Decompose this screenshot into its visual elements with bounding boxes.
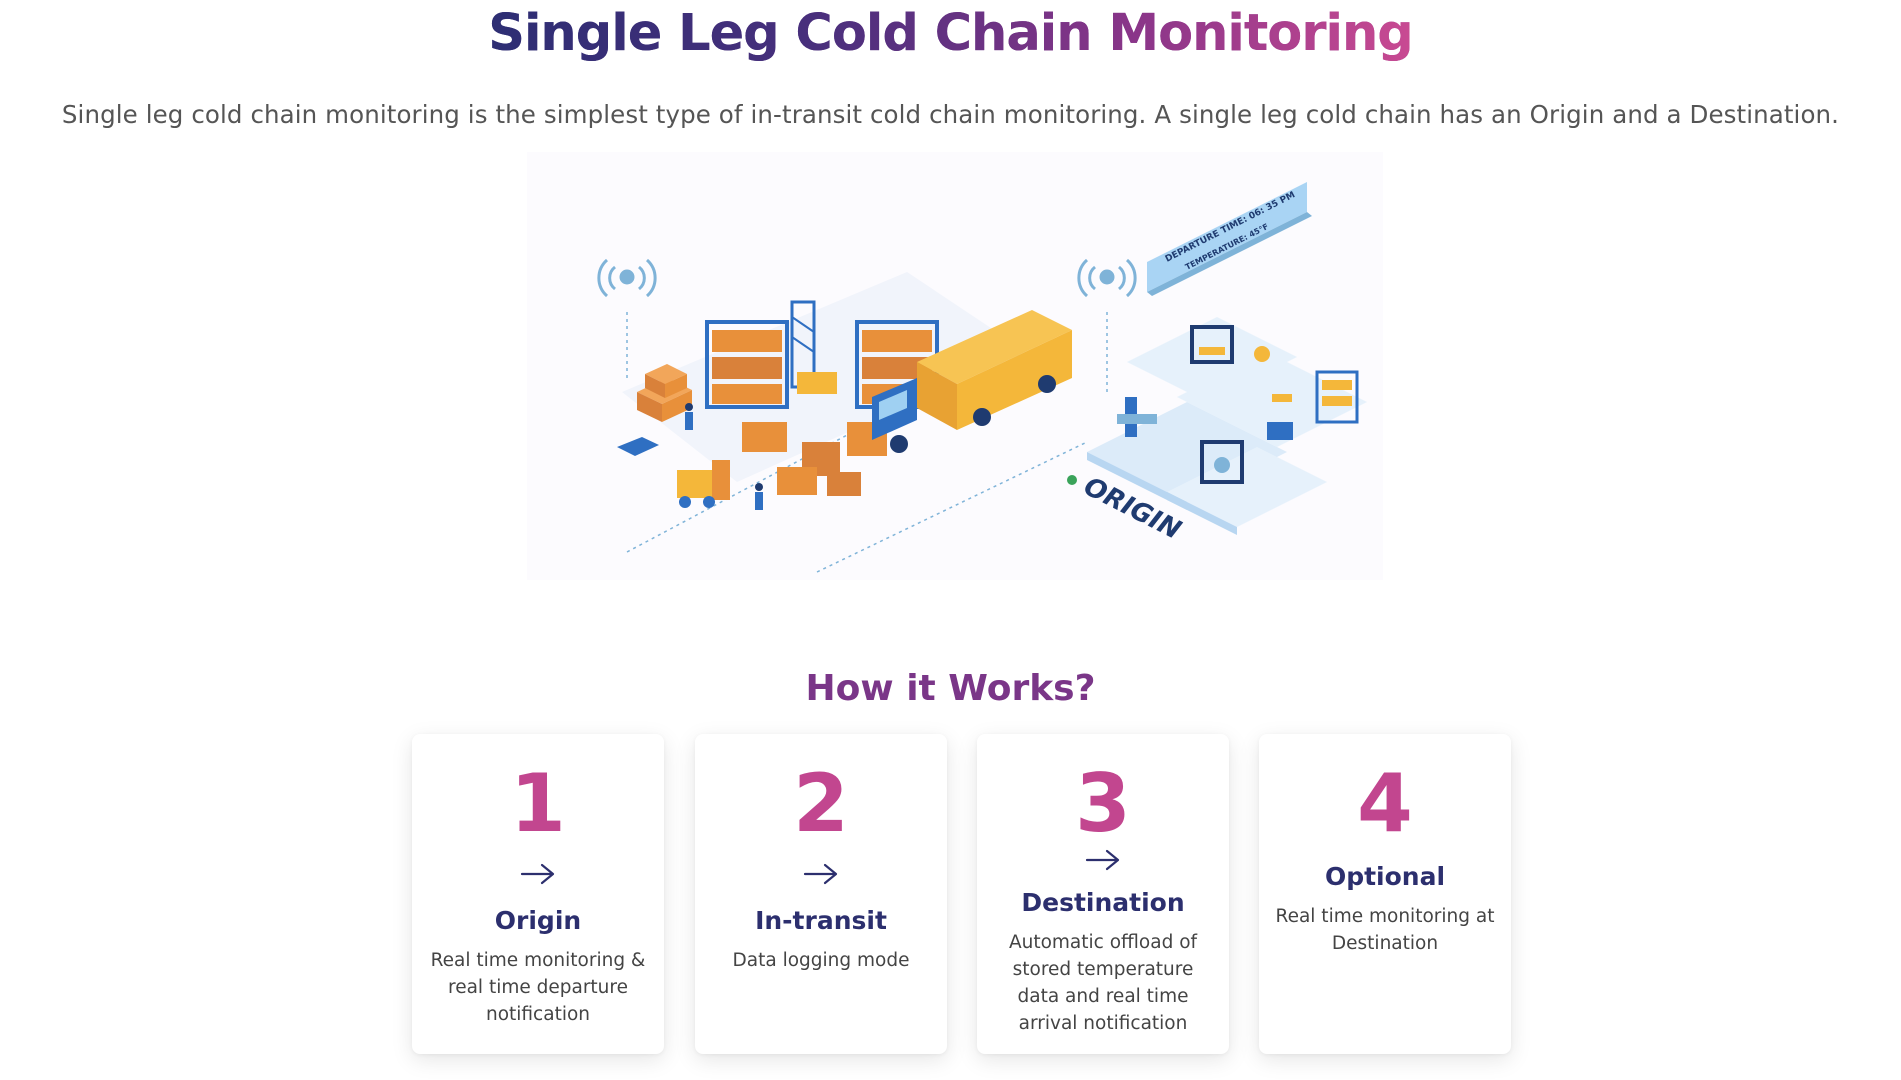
departure-sign: DEPARTURE TIME: 06: 35 PM TEMPERATURE: 4… — [1147, 182, 1312, 296]
step-description: Real time monitoring & real time departu… — [430, 950, 646, 1025]
step-number: 3 — [1075, 757, 1131, 850]
step-card-origin: 1 Origin Real time monitoring & real tim… — [412, 734, 664, 1054]
step-card-in-transit: 2 In-transit Data logging mode — [695, 734, 947, 1054]
wifi-icon-left — [597, 258, 657, 298]
step-description: Real time monitoring at Destination — [1275, 906, 1495, 954]
step-description: Data logging mode — [732, 950, 910, 971]
step-number: 2 — [793, 757, 849, 850]
arrow-right-icon — [1085, 849, 1120, 871]
cold-chain-illustration-svg: DEPARTURE TIME: 06: 35 PM TEMPERATURE: 4… — [597, 182, 1367, 573]
step-label: Destination — [1021, 888, 1185, 917]
cold-chain-illustration: DEPARTURE TIME: 06: 35 PM TEMPERATURE: 4… — [527, 152, 1383, 580]
step-card-optional: 4 Optional Real time monitoring at Desti… — [1259, 734, 1511, 1054]
step-label: In-transit — [755, 906, 887, 935]
page-title: Single Leg Cold Chain Monitoring — [0, 4, 1901, 63]
page-subtitle: Single leg cold chain monitoring is the … — [61, 100, 1840, 129]
steps-row: 1 Origin Real time monitoring & real tim… — [0, 734, 1901, 1054]
step-label: Origin — [494, 906, 582, 935]
step-description: Automatic offload of stored temperature … — [1008, 932, 1198, 1034]
step-card-destination: 3 Destination Automatic offload of store… — [977, 734, 1229, 1054]
wifi-icon-right — [1077, 258, 1137, 298]
page-title-text: Single Leg Cold Chain Monitoring — [488, 4, 1414, 63]
how-it-works-title: How it Works? — [805, 668, 1096, 709]
pallet-jack-icon — [617, 437, 659, 456]
origin-dot-icon — [1067, 475, 1077, 485]
arrow-right-icon — [520, 863, 555, 885]
step-label: Optional — [1324, 862, 1446, 891]
step-number: 4 — [1357, 757, 1413, 850]
step-number: 1 — [510, 757, 566, 850]
arrow-right-icon — [803, 863, 838, 885]
